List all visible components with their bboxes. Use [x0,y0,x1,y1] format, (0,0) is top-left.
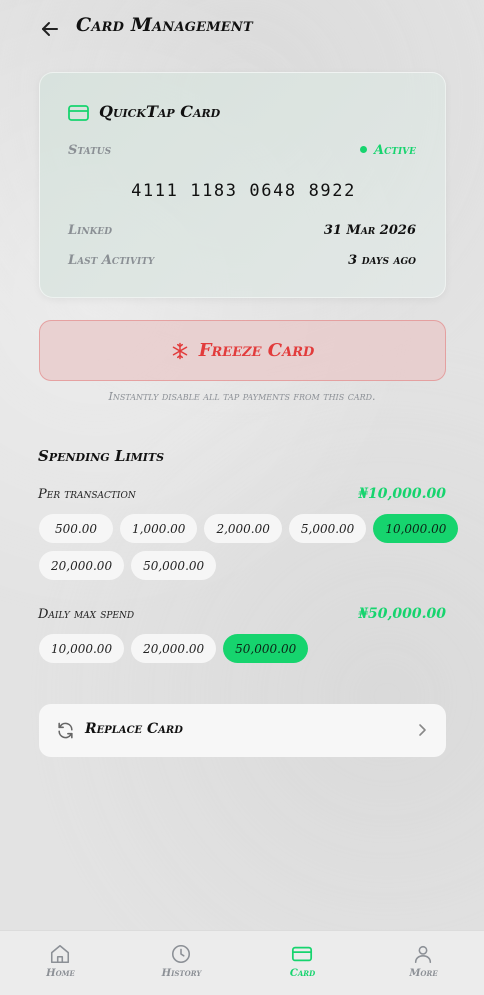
nav-label: More [409,968,438,979]
limit-option-selected[interactable]: 50,000.00 [223,634,309,663]
chevron-right-icon [419,724,426,736]
limit-option[interactable]: 10,000.00 [39,634,125,663]
linked-label: Linked [68,223,113,238]
limit-option[interactable]: 50,000.00 [131,551,217,580]
snowflake-icon [172,342,187,359]
replace-card-label: Replace Card [85,721,183,737]
daily-max-options: 10,000.00 20,000.00 50,000.00 [39,634,459,663]
status-label: Status [68,143,112,158]
page-title: Card Management [76,14,253,36]
nav-item-history[interactable]: History [121,931,242,995]
status-badge: Active [360,143,416,158]
linked-value: 31 Mar 2026 [323,223,416,238]
last-activity-label: Last Activity [68,253,155,268]
credit-card-icon [68,105,89,121]
card-panel: QuickTap Card Status Active 4111 1183 06… [39,72,446,298]
card-name: QuickTap Card [99,102,221,121]
limit-option[interactable]: 500.00 [39,514,113,543]
header: Card Management [0,0,484,56]
nav-label: History [161,968,202,979]
spending-limits-title: Spending Limits [38,447,165,465]
nav-label: Card [289,968,316,979]
limit-option[interactable]: 20,000.00 [131,634,217,663]
per-transaction-options: 500.00 1,000.00 2,000.00 5,000.00 10,000… [39,514,459,580]
freeze-hint: Instantly disable all tap payments from … [108,390,376,403]
limit-option[interactable]: 5,000.00 [288,514,367,543]
replace-card-button[interactable]: Replace Card [39,704,446,757]
last-activity-value: 3 days ago [348,253,416,268]
freeze-card-label: Freeze Card [198,340,315,361]
status-value: Active [374,143,416,158]
limit-option[interactable]: 20,000.00 [39,551,125,580]
card-number: 4111 1183 0648 8922 [131,181,356,201]
user-icon [414,945,432,964]
status-dot [360,146,367,153]
clock-icon [171,944,191,964]
nav-item-home[interactable]: Home [0,931,121,995]
limit-option[interactable]: 2,000.00 [204,514,282,543]
nav-label: Home [46,968,75,979]
per-transaction-value: ₦10,000.00 [358,486,446,502]
per-transaction-label: Per transaction [38,487,136,502]
daily-max-label: Daily max spend [38,607,135,622]
arrow-left-icon[interactable] [38,17,62,41]
limit-option[interactable]: 1,000.00 [120,514,198,543]
bottom-nav: Home History Card More [0,930,484,995]
limit-option-selected[interactable]: 10,000.00 [373,514,459,543]
daily-max-value: ₦50,000.00 [358,606,446,622]
credit-card-icon [291,946,313,962]
refresh-icon [58,722,73,739]
nav-item-card[interactable]: Card [242,931,363,995]
freeze-card-button[interactable]: Freeze Card [39,320,446,381]
home-icon [50,944,70,964]
nav-item-more[interactable]: More [363,931,484,995]
